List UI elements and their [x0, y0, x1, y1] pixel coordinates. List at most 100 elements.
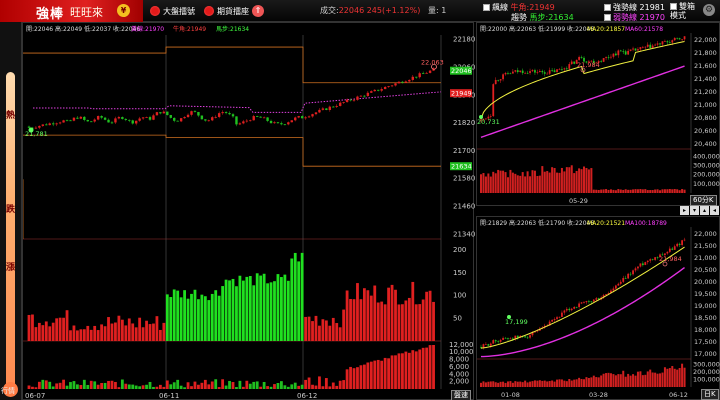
futures-button[interactable]: 期貨擂座	[204, 4, 249, 18]
ind2-bar-9	[58, 382, 62, 389]
ind2-bar-66	[255, 381, 259, 389]
dayk-vol-tick-2: 100,000	[693, 375, 720, 383]
candle-body-110	[408, 79, 411, 82]
sixty-minute-chart-canvas[interactable]: 開:22000 高:22063 低:21999 收:22046 MA20:218…	[477, 23, 720, 207]
dayk-candle-29	[551, 319, 554, 322]
sixty-candle-50	[602, 58, 605, 62]
period-60min-button[interactable]: 60分K	[690, 195, 717, 206]
dayk-vol-bar-34	[563, 380, 566, 387]
main-low-marker	[28, 127, 34, 133]
ind2-bar-73	[280, 381, 283, 389]
sixty-candle-57	[619, 50, 622, 52]
candle-body-116	[428, 70, 432, 73]
dayk-candle-60	[627, 273, 630, 279]
ind1-bar-28	[124, 325, 128, 341]
sixty-vol-bar-49	[600, 189, 603, 193]
candle-body-18	[90, 121, 93, 123]
dayk-vol-bar-56	[617, 374, 620, 387]
ind2-bar-49	[197, 384, 200, 389]
market-signal-label: 大盤擂號	[163, 6, 195, 16]
candle-body-79	[300, 116, 304, 119]
sixty-vol-bar-38	[573, 173, 576, 193]
toolbar-icon-b[interactable]: ▾	[690, 206, 699, 215]
sixty-candle-58	[622, 51, 625, 53]
market-signal-button[interactable]: 大盤擂號	[150, 4, 195, 18]
sixty-minute-chart[interactable]: 開:22000 高:22063 低:21999 收:22046 MA20:218…	[476, 22, 720, 206]
ind2-bar-63	[245, 380, 249, 389]
toolbar-icon-d[interactable]: ◂	[710, 206, 719, 215]
ind2-bar-39	[162, 386, 166, 389]
sixty-candle-59	[624, 51, 627, 55]
up-arrow-button[interactable]: ⇑	[252, 4, 264, 18]
speed-button[interactable]: 盤速	[451, 390, 471, 400]
price-tag-0: 22046	[451, 67, 472, 75]
period-daily-button[interactable]: 日K	[701, 389, 719, 400]
main-y-tick-0: 22180	[453, 36, 475, 44]
ind1-bar-82	[311, 321, 314, 341]
candle-body-96	[359, 95, 363, 97]
dayk-candle-39	[575, 306, 578, 308]
dayk-candle-18	[524, 336, 527, 338]
ind1-bar-1	[31, 314, 34, 341]
dual-box-mode-toggle[interactable]: 雙箱模式	[670, 2, 700, 20]
daily-k-chart-canvas[interactable]: 開:21829 高:22063 低:21790 收:22046 MA20:215…	[477, 217, 720, 400]
ind1-bar-116	[428, 290, 432, 341]
ind2-bar-116	[428, 345, 432, 389]
ind1-bar-41	[169, 297, 173, 341]
ind2-bar-25	[114, 381, 117, 389]
sixty-candle-14	[514, 70, 517, 72]
intraday-chart-canvas[interactable]: 開:22046 高:22049 低:22037 收:22046 黃線:21970…	[23, 23, 475, 400]
ind2-bar-71	[273, 384, 276, 389]
dayk-candle-8	[499, 339, 502, 342]
sixty-candle-34	[563, 68, 566, 70]
intraday-chart[interactable]: 開:22046 高:22049 低:22037 收:22046 黃線:21970…	[22, 22, 475, 400]
brand-subtitle: 旺旺來	[70, 6, 103, 19]
sixty-vol-bar-16	[519, 175, 522, 193]
sixty-vol-bar-2	[484, 176, 487, 193]
ind1-bar-105	[390, 284, 394, 341]
sixty-candle-21	[531, 70, 534, 72]
legend-bull-prefix: 飆線	[492, 3, 508, 12]
sixty-vol-bar-34	[563, 171, 566, 193]
dayk-high-label: 21,984	[659, 255, 682, 263]
sentiment-thermometer: 熱 跌 漲 行情	[0, 22, 22, 400]
box-upper-line	[23, 46, 441, 84]
sixty-vol-bar-43	[585, 167, 588, 193]
ind2-bar-36	[152, 386, 155, 389]
ind2-bar-70	[269, 386, 273, 389]
ind1-bar-76	[290, 258, 294, 341]
sixty-vol-bar-72	[656, 189, 659, 193]
yellow-line-dotted	[33, 91, 442, 113]
dayk-candle-81	[678, 243, 681, 245]
dayk-y-tick-2: 21,000	[694, 254, 717, 262]
sixty-candle-67	[644, 46, 647, 48]
dayk-vol-bar-30	[553, 381, 556, 387]
sixty-candle-61	[629, 49, 632, 51]
dayk-ma-long-line	[480, 266, 685, 358]
candle-body-42	[173, 117, 176, 121]
daily-k-chart[interactable]: 開:21829 高:22063 低:21790 收:22046 MA20:215…	[476, 216, 720, 400]
candle-body-17	[86, 119, 89, 122]
ind2-bar-92	[345, 369, 349, 389]
ind2-bar-82	[311, 384, 314, 389]
thermo-label-hot: 熱	[6, 111, 16, 121]
ind2-bar-24	[110, 380, 114, 389]
ind2-bar-85	[321, 386, 325, 389]
main-y-tick-3: 21820	[453, 119, 475, 127]
legend-bull-label: 牛角:21949	[510, 3, 555, 12]
settings-gear-icon[interactable]: ⚙	[703, 4, 715, 16]
candle-body-9	[58, 122, 62, 124]
sixty-vol-bar-45	[590, 168, 593, 193]
candle-body-62	[242, 121, 245, 124]
toolbar-icon-a[interactable]: ▸	[680, 206, 689, 215]
candle-body-54	[214, 116, 217, 118]
toolbar-icon-c[interactable]: ▴	[700, 206, 709, 215]
dayk-vol-bar-80	[676, 369, 679, 387]
ind1-bar-60	[235, 286, 238, 341]
dayk-vol-bar-19	[526, 382, 529, 387]
ind1-bar-111	[411, 281, 415, 341]
candle-body-93	[349, 99, 352, 101]
dayk-vol-bar-31	[556, 379, 559, 387]
ind1-bar-87	[328, 325, 332, 341]
ind2-bar-56	[221, 379, 225, 389]
